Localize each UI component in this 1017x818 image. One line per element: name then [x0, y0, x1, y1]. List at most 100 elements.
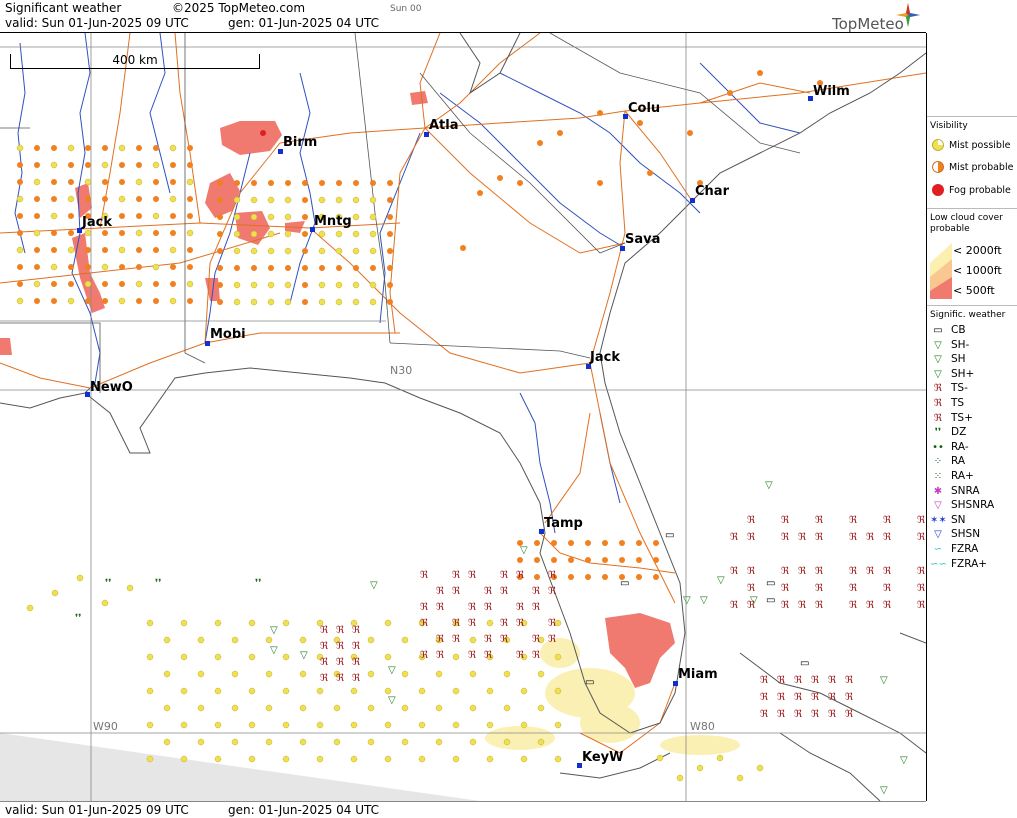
- thunder-symbol: ℜ: [917, 566, 926, 577]
- thunder-symbol: ℜ: [781, 515, 790, 526]
- mist-possible-symbol: [26, 604, 34, 612]
- mist-probable-symbol: [51, 298, 57, 304]
- mist-possible-symbol: [135, 178, 143, 186]
- mist-possible-symbol: [233, 213, 241, 221]
- thunder-symbol: ℜ: [468, 618, 477, 629]
- mist-probable-symbol: [497, 175, 503, 181]
- mist-possible-symbol: [33, 178, 41, 186]
- thunder-symbol: ℜ: [336, 625, 345, 636]
- mist-possible-symbol: [265, 636, 273, 644]
- city-label-miam[interactable]: Miam: [678, 667, 718, 682]
- mist-probable-symbol: [602, 557, 608, 563]
- cb-symbol: ▭: [665, 530, 674, 541]
- thunder-symbol: ℜ: [917, 600, 926, 611]
- city-label-atla[interactable]: Atla: [429, 118, 459, 133]
- mist-probable-symbol: [653, 557, 659, 563]
- mist-possible-symbol: [486, 755, 494, 763]
- city-label-jack-ms[interactable]: Jack: [82, 215, 112, 230]
- weather-map[interactable]: ℜℜℜℜℜℜℜℜℜℜℜℜℜℜℜℜℜℜℜℜℜℜℜℜℜℜℜℜℜℜℜℜℜℜℜℜℜℜℜℜ…: [0, 33, 927, 801]
- mist-possible-symbol: [146, 687, 154, 695]
- mist-probable-symbol: [647, 170, 653, 176]
- shower-symbol: ▽: [683, 595, 691, 606]
- mist-possible-symbol: [231, 704, 239, 712]
- thunder-symbol: ℜ: [516, 618, 525, 629]
- city-label-newo[interactable]: NewO: [90, 380, 133, 395]
- thunder-symbol: ℜ: [917, 583, 926, 594]
- mist-possible-symbol: [333, 704, 341, 712]
- mist-possible-symbol: [16, 297, 24, 305]
- mist-possible-symbol: [180, 653, 188, 661]
- mist-possible-symbol: [284, 213, 292, 221]
- mist-possible-symbol: [180, 619, 188, 627]
- mist-probable-symbol: [302, 197, 308, 203]
- mist-possible-symbol: [67, 195, 75, 203]
- mist-possible-symbol: [401, 704, 409, 712]
- mist-possible-symbol: [350, 687, 358, 695]
- thunder-symbol: ℜ: [352, 625, 361, 636]
- city-label-wilm[interactable]: Wilm: [813, 84, 850, 99]
- mist-probable-symbol: [585, 574, 591, 580]
- mist-probable-symbol: [387, 180, 393, 186]
- mist-probable-symbol: [568, 540, 574, 546]
- city-label-sava[interactable]: Sava: [625, 232, 660, 247]
- mist-possible-symbol: [352, 281, 360, 289]
- mist-possible-symbol: [503, 704, 511, 712]
- thunder-symbol: ℜ: [883, 583, 892, 594]
- mist-probable-symbol: [302, 180, 308, 186]
- mist-possible-symbol: [520, 721, 528, 729]
- mist-probable-symbol: [568, 574, 574, 580]
- city-label-keyw[interactable]: KeyW: [582, 750, 623, 765]
- mist-possible-symbol: [736, 774, 744, 782]
- mist-probable-symbol: [460, 245, 466, 251]
- shower-symbol: ▽: [880, 785, 888, 796]
- mist-possible-symbol: [250, 196, 258, 204]
- legend-visibility-title: Visibility: [930, 121, 968, 131]
- thunder-symbol: ℜ: [794, 692, 803, 703]
- thunder-symbol: ℜ: [760, 692, 769, 703]
- mist-possible-symbol: [316, 755, 324, 763]
- thunder-symbol: ℜ: [436, 650, 445, 661]
- mist-probable-symbol: [619, 557, 625, 563]
- mist-possible-symbol: [101, 599, 109, 607]
- mist-probable-symbol: [153, 196, 159, 202]
- thunder-symbol: ℜ: [548, 586, 557, 597]
- shower-symbol: ▽: [765, 480, 773, 491]
- city-label-birm[interactable]: Birm: [283, 135, 317, 150]
- rivers: [14, 33, 801, 534]
- brand-star-icon: [896, 3, 920, 27]
- mist-probable-symbol: [387, 248, 393, 254]
- cb-symbol: ▭: [766, 595, 775, 606]
- legend-weather-title: Signific. weather: [930, 310, 1006, 320]
- mist-possible-symbol: [352, 247, 360, 255]
- shower-icon: ▽: [934, 354, 942, 366]
- mist-possible-symbol: [250, 298, 258, 306]
- city-label-mobi[interactable]: Mobi: [210, 327, 246, 342]
- city-label-mntg[interactable]: Mntg: [314, 214, 352, 229]
- city-label-tamp[interactable]: Tamp: [544, 516, 583, 531]
- mist-possible-symbol: [231, 738, 239, 746]
- mist-possible-symbol: [152, 161, 160, 169]
- mist-probable-symbol: [187, 145, 193, 151]
- city-label-colu[interactable]: Colu: [628, 101, 660, 116]
- mist-probable-symbol: [85, 298, 91, 304]
- mist-possible-symbol: [233, 281, 241, 289]
- mist-possible-symbol: [214, 619, 222, 627]
- sleet-shower-icon: ▽: [934, 500, 942, 512]
- shower-symbol: ▽: [880, 675, 888, 686]
- mist-possible-symbol: [152, 263, 160, 271]
- mist-probable-symbol: [517, 180, 523, 186]
- mist-probable-symbol: [153, 145, 159, 151]
- city-label-jack-fl[interactable]: Jack: [590, 350, 620, 365]
- mist-possible-symbol: [367, 636, 375, 644]
- mist-possible-symbol: [180, 721, 188, 729]
- fog-probable-icon: [932, 184, 944, 196]
- thunder-symbol: ℜ: [452, 586, 461, 597]
- city-label-char[interactable]: Char: [695, 184, 729, 199]
- mist-probable-symbol: [636, 574, 642, 580]
- mist-probable-symbol: [285, 180, 291, 186]
- mist-possible-symbol: [435, 704, 443, 712]
- mist-possible-symbol: [186, 280, 194, 288]
- thunder-symbol: ℜ: [828, 675, 837, 686]
- mist-probable-symbol: [234, 265, 240, 271]
- mist-probable-symbol: [302, 282, 308, 288]
